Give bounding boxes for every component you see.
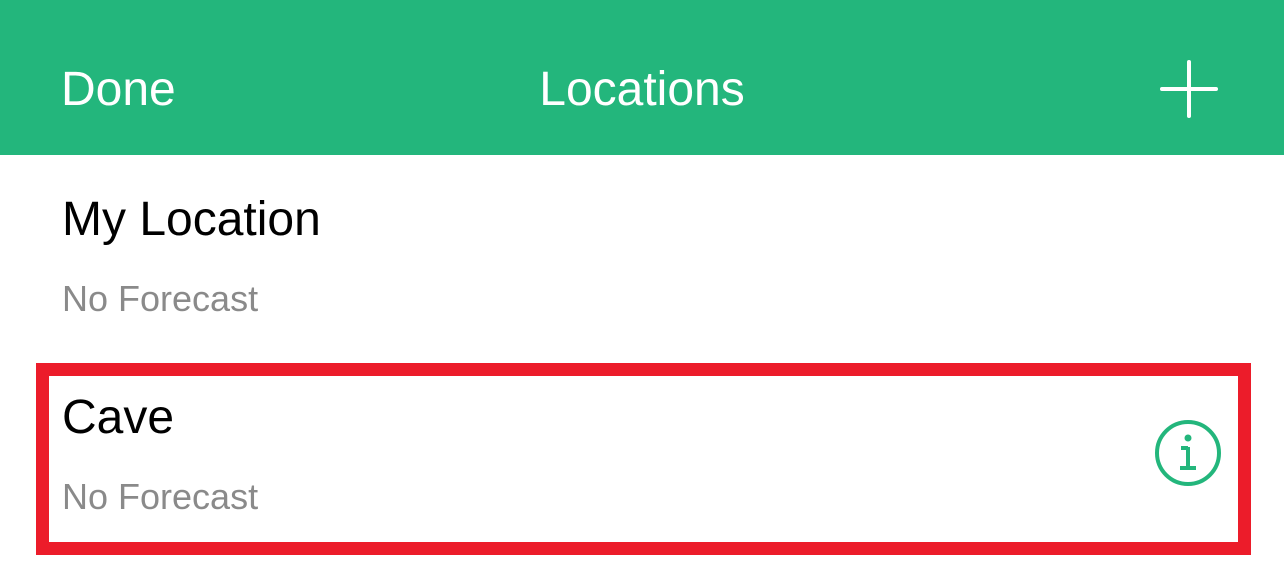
info-circle-icon[interactable] xyxy=(1154,419,1222,487)
done-button[interactable]: Done xyxy=(61,62,176,118)
plus-icon[interactable] xyxy=(1158,58,1220,120)
location-name: My Location xyxy=(62,193,321,246)
forecast-status: No Forecast xyxy=(62,476,259,517)
location-row-cave[interactable]: Cave No Forecast xyxy=(0,363,1284,563)
location-name: Cave xyxy=(62,391,175,444)
forecast-status: No Forecast xyxy=(62,278,259,319)
page-title: Locations xyxy=(539,63,745,116)
navigation-bar: Done Locations xyxy=(0,0,1284,155)
location-row-my-location[interactable]: My Location No Forecast xyxy=(0,155,1284,363)
